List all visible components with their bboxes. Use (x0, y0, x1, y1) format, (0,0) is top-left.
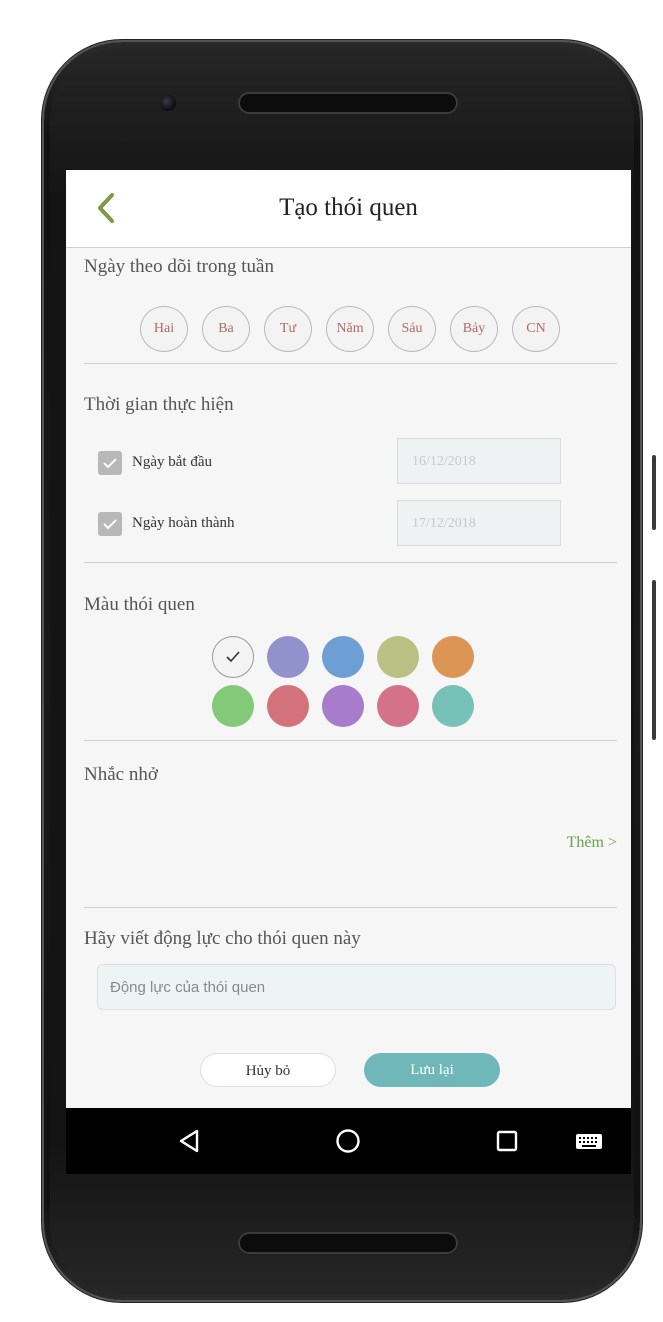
add-reminder-link[interactable]: Thêm > (567, 834, 617, 852)
app-header: Tạo thói quen (66, 170, 631, 248)
divider (84, 363, 617, 364)
color-label: Màu thói quen (84, 594, 195, 615)
system-nav-bar (66, 1108, 631, 1174)
color-swatch-olive[interactable] (377, 636, 419, 678)
divider (84, 907, 617, 908)
start-date-field[interactable]: 16/12/2018 (397, 438, 561, 484)
nav-recents-button[interactable] (490, 1124, 524, 1158)
bottom-speaker (238, 1232, 458, 1254)
weekdays-label: Ngày theo dõi trong tuần (84, 256, 274, 277)
day-toggle-sau[interactable]: Sáu (388, 306, 436, 352)
top-speaker (238, 92, 458, 114)
power-button (652, 580, 656, 740)
motivation-label: Hãy viết động lực cho thói quen này (84, 928, 361, 949)
volume-button (652, 455, 656, 530)
color-swatch-purple[interactable] (322, 685, 364, 727)
color-swatch-teal[interactable] (432, 685, 474, 727)
nav-keyboard-button[interactable] (572, 1124, 606, 1158)
end-date-field[interactable]: 17/12/2018 (397, 500, 561, 546)
start-date-checkbox[interactable] (98, 451, 122, 475)
color-swatch-lavender[interactable] (267, 636, 309, 678)
color-swatch-pink[interactable] (377, 685, 419, 727)
recents-square-icon (496, 1130, 518, 1152)
day-toggle-bay[interactable]: Bảy (450, 306, 498, 352)
day-toggle-nam[interactable]: Năm (326, 306, 374, 352)
color-swatch-red[interactable] (267, 685, 309, 727)
nav-back-button[interactable] (172, 1124, 206, 1158)
check-icon (103, 458, 117, 469)
cancel-button[interactable]: Hủy bỏ (200, 1053, 336, 1087)
end-date-label: Ngày hoàn thành (132, 515, 235, 531)
check-icon (226, 651, 240, 663)
app-screen: Tạo thói quen Ngày theo dõi trong tuần H… (66, 170, 631, 1174)
back-triangle-icon (179, 1129, 199, 1153)
save-button[interactable]: Lưu lại (364, 1053, 500, 1087)
front-camera (160, 95, 176, 111)
day-toggle-tu[interactable]: Tư (264, 306, 312, 352)
color-swatch-orange[interactable] (432, 636, 474, 678)
keyboard-icon (576, 1134, 602, 1149)
motivation-input[interactable] (97, 964, 616, 1010)
divider (84, 562, 617, 563)
divider (84, 740, 617, 741)
home-circle-icon (336, 1129, 360, 1153)
nav-home-button[interactable] (331, 1124, 365, 1158)
reminder-label: Nhắc nhở (84, 764, 158, 785)
page-title: Tạo thói quen (279, 194, 418, 221)
time-label: Thời gian thực hiện (84, 394, 234, 415)
day-toggle-ba[interactable]: Ba (202, 306, 250, 352)
color-swatch-green[interactable] (212, 685, 254, 727)
color-swatch-white[interactable] (212, 636, 254, 678)
day-toggle-cn[interactable]: CN (512, 306, 560, 352)
day-toggle-hai[interactable]: Hai (140, 306, 188, 352)
color-swatch-blue[interactable] (322, 636, 364, 678)
start-date-label: Ngày bắt đầu (132, 454, 212, 470)
check-icon (103, 519, 117, 530)
end-date-checkbox[interactable] (98, 512, 122, 536)
